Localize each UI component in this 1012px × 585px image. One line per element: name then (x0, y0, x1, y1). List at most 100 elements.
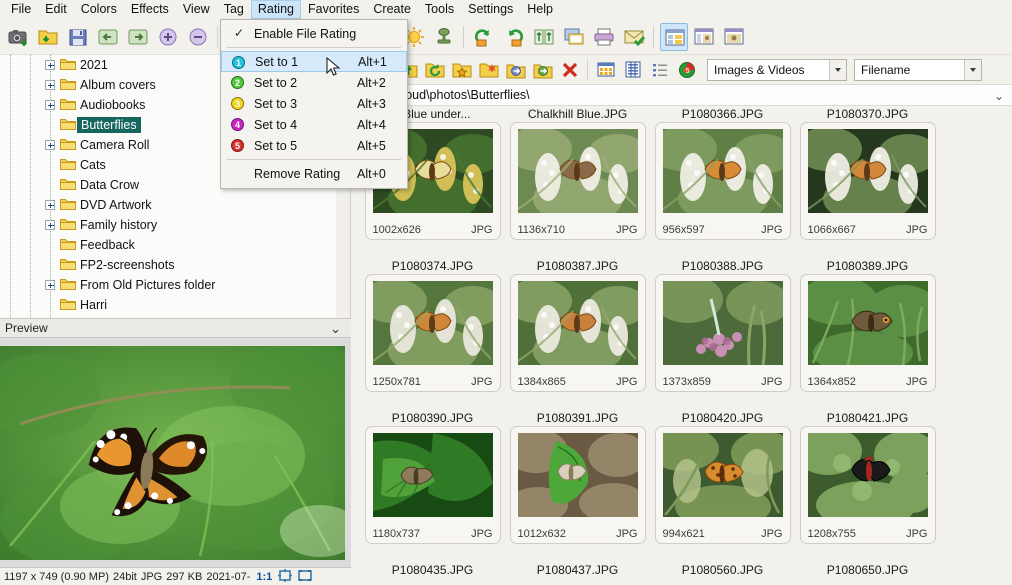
expand-plus-icon[interactable] (45, 280, 55, 290)
menu-help[interactable]: Help (520, 0, 560, 19)
next-image-icon[interactable] (124, 23, 152, 51)
thumbnail-cell[interactable]: P1080420.JPG 994x621JPG (650, 410, 795, 544)
window-mode-icon[interactable] (560, 23, 588, 51)
thumbnail-grid-icon[interactable] (593, 58, 619, 82)
thumbnail-card[interactable]: 1208x755JPG (800, 426, 936, 544)
resize-icon[interactable] (530, 23, 558, 51)
menu-tag[interactable]: Tag (217, 0, 251, 19)
menu-item-set-to-3[interactable]: 3Set to 3Alt+3 (221, 93, 407, 114)
thumbnail-filename: P1080650.JPG (795, 562, 940, 578)
fit-window-icon[interactable] (272, 569, 292, 585)
menu-file[interactable]: File (4, 0, 38, 19)
thumbnail-cell[interactable]: P1080435.JPG (360, 562, 505, 578)
menu-item-set-to-1[interactable]: 1Set to 1Alt+1 (221, 51, 407, 72)
thumbnail-card[interactable]: 1364x852JPG (800, 274, 936, 392)
thumbnail-card[interactable]: 956x597JPG (655, 122, 791, 240)
thumbnail-grid[interactable]: ll Blue under... 1002x626JPGChalkhill Bl… (352, 106, 1012, 585)
thumbnail-cell[interactable]: P1080374.JPG 1250x781JPG (360, 258, 505, 392)
rating-filter-icon[interactable]: 5 (674, 58, 700, 82)
expand-plus-icon[interactable] (45, 140, 55, 150)
details-list-icon[interactable] (620, 58, 646, 82)
move-to-folder-icon[interactable] (530, 58, 556, 82)
thumbnail-filetype: JPG (616, 376, 637, 388)
menu-item-set-to-2[interactable]: 2Set to 2Alt+2 (221, 72, 407, 93)
email-icon[interactable] (620, 23, 648, 51)
delete-icon[interactable] (557, 58, 583, 82)
single-image-view-icon[interactable] (720, 23, 748, 51)
preview-image[interactable] (0, 346, 345, 560)
thumbnail-card[interactable]: 1373x859JPG (655, 274, 791, 392)
thumbnail-cell[interactable]: P1080391.JPG 1012x632JPG (505, 410, 650, 544)
previous-image-icon[interactable] (94, 23, 122, 51)
menu-rating[interactable]: Rating (251, 0, 301, 19)
thumbnail-card[interactable]: 1136x710JPG (510, 122, 646, 240)
chevron-double-down-icon[interactable]: ⌄ (330, 321, 341, 337)
sort-combo-arrow[interactable] (964, 60, 981, 80)
actual-size-icon[interactable] (292, 569, 312, 585)
tree-item-family-history[interactable]: Family history (0, 215, 351, 235)
thumbnail-view-icon[interactable] (660, 23, 688, 51)
menu-tools[interactable]: Tools (418, 0, 461, 19)
menu-settings[interactable]: Settings (461, 0, 520, 19)
tree-item-harri[interactable]: Harri (0, 295, 351, 315)
rating-dropdown-menu[interactable]: ✓ Enable File Rating 1Set to 1Alt+12Set … (220, 19, 408, 189)
save-as-icon[interactable] (64, 23, 92, 51)
capture-screen-icon[interactable] (4, 23, 32, 51)
sort-combo[interactable]: Filename (854, 59, 982, 81)
menu-item-remove-rating[interactable]: Remove Rating Alt+0 (221, 163, 407, 184)
menu-item-enable-file-rating[interactable]: ✓ Enable File Rating (221, 23, 407, 44)
expand-plus-icon[interactable] (45, 220, 55, 230)
thumbnail-card[interactable]: 1012x632JPG (510, 426, 646, 544)
refresh-folder-icon[interactable] (422, 58, 448, 82)
zoom-in-icon[interactable] (154, 23, 182, 51)
open-folder-icon[interactable] (34, 23, 62, 51)
tree-guide-line (10, 135, 11, 155)
zoom-out-icon[interactable] (184, 23, 212, 51)
thumbnail-card[interactable]: 1180x737JPG (365, 426, 501, 544)
thumbnail-cell[interactable]: P1080387.JPG 1384x865JPG (505, 258, 650, 392)
clone-stamp-icon[interactable] (430, 23, 458, 51)
chevron-down-icon[interactable]: ⌄ (994, 89, 1004, 103)
tree-item-dvd-artwork[interactable]: DVD Artwork (0, 195, 351, 215)
menu-effects[interactable]: Effects (124, 0, 176, 19)
filter-combo[interactable]: Images & Videos (707, 59, 847, 81)
tree-item-fp2-screenshots[interactable]: FP2-screenshots (0, 255, 351, 275)
status-size: 297 KB (162, 571, 202, 583)
rotate-right-icon[interactable] (500, 23, 528, 51)
thumbnail-cell[interactable]: P1080388.JPG 1373x859JPG (650, 258, 795, 392)
expand-plus-icon[interactable] (45, 200, 55, 210)
thumbnail-cell[interactable]: P1080370.JPG 1066x667JPG (795, 106, 940, 240)
filter-combo-arrow[interactable] (829, 60, 846, 80)
favorite-folder-icon[interactable] (449, 58, 475, 82)
expand-plus-icon[interactable] (45, 80, 55, 90)
new-folder-icon[interactable] (476, 58, 502, 82)
menu-item-set-to-4[interactable]: 4Set to 4Alt+4 (221, 114, 407, 135)
thumbnail-cell[interactable]: P1080421.JPG 1208x755JPG (795, 410, 940, 544)
thumbnail-cell[interactable]: P1080650.JPG (795, 562, 940, 578)
tree-item-from-old-pictures-folder[interactable]: From Old Pictures folder (0, 275, 351, 295)
menu-edit[interactable]: Edit (38, 0, 74, 19)
menu-view[interactable]: View (176, 0, 217, 19)
print-icon[interactable] (590, 23, 618, 51)
tree-item-feedback[interactable]: Feedback (0, 235, 351, 255)
menu-create[interactable]: Create (366, 0, 418, 19)
expand-plus-icon[interactable] (45, 60, 55, 70)
thumbnail-card[interactable]: 1066x667JPG (800, 122, 936, 240)
filmstrip-view-icon[interactable] (690, 23, 718, 51)
thumbnail-cell[interactable]: P1080366.JPG 956x597JPG (650, 106, 795, 240)
thumbnail-cell[interactable]: P1080390.JPG 1180x737JPG (360, 410, 505, 544)
thumbnail-cell[interactable]: P1080560.JPG (650, 562, 795, 578)
list-view-icon[interactable] (647, 58, 673, 82)
menu-favorites[interactable]: Favorites (301, 0, 366, 19)
rotate-left-icon[interactable] (470, 23, 498, 51)
expand-plus-icon[interactable] (45, 100, 55, 110)
thumbnail-cell[interactable]: P1080389.JPG 1364x852JPG (795, 258, 940, 392)
thumbnail-cell[interactable]: P1080437.JPG (505, 562, 650, 578)
menu-item-set-to-5[interactable]: 5Set to 5Alt+5 (221, 135, 407, 156)
thumbnail-cell[interactable]: Chalkhill Blue.JPG 1136x710JPG (505, 106, 650, 240)
thumbnail-card[interactable]: 994x621JPG (655, 426, 791, 544)
copy-to-folder-icon[interactable] (503, 58, 529, 82)
thumbnail-card[interactable]: 1250x781JPG (365, 274, 501, 392)
menu-colors[interactable]: Colors (74, 0, 124, 19)
thumbnail-card[interactable]: 1384x865JPG (510, 274, 646, 392)
